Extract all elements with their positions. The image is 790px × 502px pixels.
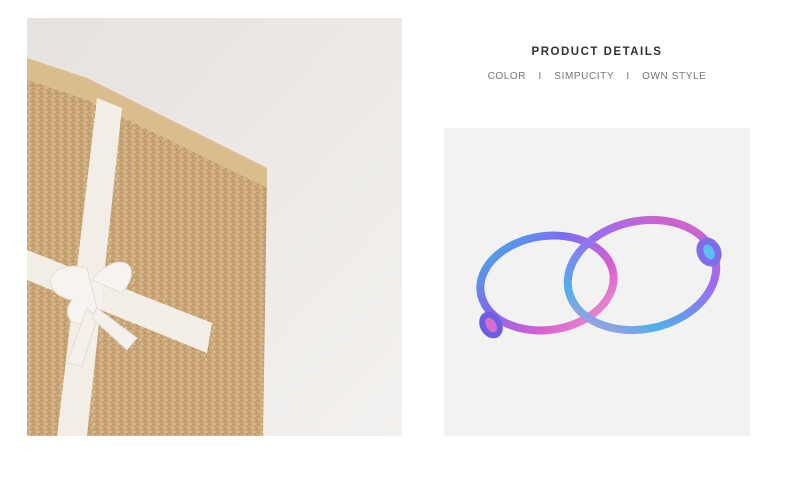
tag-own-style: OWN STYLE (642, 71, 707, 82)
tag-color: COLOR (487, 71, 527, 82)
gift-box-illustration (27, 18, 402, 436)
tag-simpucity: SIMPUCITY (554, 71, 614, 82)
tag-separator: I (538, 71, 542, 82)
earrings-illustration (444, 128, 750, 436)
product-details-tags: COLOR I SIMPUCITY I OWN STYLE (444, 71, 750, 82)
tag-separator: I (626, 71, 630, 82)
earrings-image (444, 128, 750, 436)
gift-box-image (27, 18, 402, 436)
product-details-title: PRODUCT DETAILS (531, 46, 663, 58)
